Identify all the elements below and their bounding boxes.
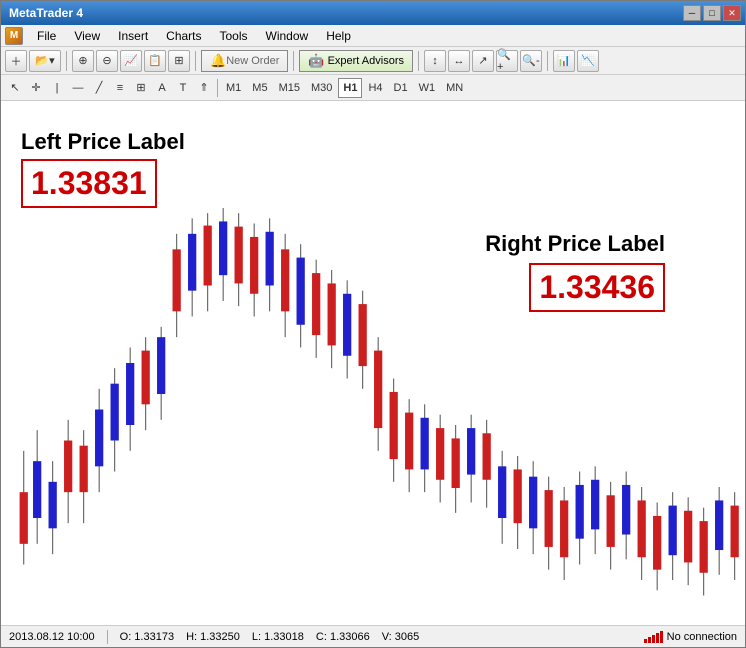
signal-bar-5	[660, 631, 663, 643]
datetime-item: 2013.08.12 10:00	[9, 631, 95, 643]
minimize-button[interactable]: ─	[683, 5, 701, 21]
tools-sep1	[217, 79, 218, 97]
tb-btn4[interactable]: 🔍+	[496, 50, 518, 72]
tb-btn2[interactable]: ↔	[448, 50, 470, 72]
low-value: L: 1.33018	[252, 631, 304, 643]
line-tool-d[interactable]: ╱	[89, 78, 109, 98]
tf-m30[interactable]: M30	[306, 78, 337, 98]
expert-label: Expert Advisors	[328, 55, 404, 67]
app-logo: M	[5, 27, 23, 45]
signal-bar-1	[644, 639, 647, 643]
toolbar-sep5	[547, 51, 548, 71]
title-bar: MetaTrader 4 ─ □ ✕	[1, 1, 745, 25]
menu-charts[interactable]: Charts	[158, 27, 209, 45]
tf-m1[interactable]: M1	[221, 78, 246, 98]
tf-m5[interactable]: M5	[247, 78, 272, 98]
toolbar-sep3	[293, 51, 294, 71]
maximize-button[interactable]: □	[703, 5, 721, 21]
channel-tool[interactable]: ≡	[110, 78, 130, 98]
templates-btn[interactable]: 📋	[144, 50, 166, 72]
tf-m15[interactable]: M15	[274, 78, 305, 98]
tb-btn5[interactable]: 🔍-	[520, 50, 542, 72]
close-item: C: 1.33066	[316, 631, 370, 643]
open-item: O: 1.33173	[120, 631, 174, 643]
tb-btn7[interactable]: 📉	[577, 50, 599, 72]
toolbar-sep4	[418, 51, 419, 71]
status-sep1	[107, 630, 108, 644]
new-chart-btn[interactable]: ＋	[5, 50, 27, 72]
tf-mn[interactable]: MN	[441, 78, 468, 98]
expert-advisors-button[interactable]: 🤖 Expert Advisors	[299, 50, 413, 72]
tb-btn6[interactable]: 📊	[553, 50, 575, 72]
indicators-btn[interactable]: 📈	[120, 50, 142, 72]
arrow-tool[interactable]: ⇑	[194, 78, 214, 98]
left-price-label: Left Price Label	[21, 129, 185, 155]
signal-bar-2	[648, 637, 651, 643]
text-tool-t[interactable]: T	[173, 78, 193, 98]
right-price-value: 1.33436	[529, 263, 665, 312]
signal-bar-3	[652, 635, 655, 643]
menu-window[interactable]: Window	[258, 27, 317, 45]
toolbar-sep2	[195, 51, 196, 71]
signal-icon	[644, 631, 663, 643]
drawing-toolbar: ↖ ✛ | — ╱ ≡ ⊞ A T ⇑ M1 M5 M15 M30 H1 H4 …	[1, 75, 745, 101]
zoom-out-btn[interactable]: ⊖	[96, 50, 118, 72]
menu-bar: M File View Insert Charts Tools Window H…	[1, 25, 745, 47]
new-order-label: New Order	[226, 55, 279, 67]
crosshair-tool[interactable]: ✛	[26, 78, 46, 98]
tb-btn1[interactable]: ↕	[424, 50, 446, 72]
left-price-value: 1.33831	[21, 159, 157, 208]
close-value: C: 1.33066	[316, 631, 370, 643]
tb-btn3[interactable]: ↗	[472, 50, 494, 72]
right-price-label: Right Price Label	[485, 231, 665, 257]
volume-item: V: 3065	[382, 631, 420, 643]
main-window: MetaTrader 4 ─ □ ✕ M File View Insert Ch…	[0, 0, 746, 648]
close-button[interactable]: ✕	[723, 5, 741, 21]
connection-label: No connection	[667, 631, 737, 643]
fib-tool[interactable]: ⊞	[131, 78, 151, 98]
volume-value: V: 3065	[382, 631, 420, 643]
connection-status: No connection	[644, 631, 737, 643]
line-tool-h[interactable]: —	[68, 78, 88, 98]
menu-tools[interactable]: Tools	[212, 27, 256, 45]
signal-bar-4	[656, 633, 659, 643]
menu-view[interactable]: View	[66, 27, 108, 45]
datetime-value: 2013.08.12 10:00	[9, 631, 95, 643]
window-title: MetaTrader 4	[9, 6, 83, 20]
tf-h1[interactable]: H1	[338, 78, 362, 98]
open-btn[interactable]: 📂▾	[29, 50, 61, 72]
chart-area[interactable]: Left Price Label 1.33831 Right Price Lab…	[1, 101, 745, 625]
window-controls: ─ □ ✕	[683, 5, 741, 21]
menu-help[interactable]: Help	[318, 27, 359, 45]
low-item: L: 1.33018	[252, 631, 304, 643]
high-item: H: 1.33250	[186, 631, 240, 643]
new-order-button[interactable]: 🔔 New Order	[201, 50, 288, 72]
menu-insert[interactable]: Insert	[110, 27, 156, 45]
tf-w1[interactable]: W1	[414, 78, 441, 98]
menu-file[interactable]: File	[29, 27, 64, 45]
status-bar: 2013.08.12 10:00 O: 1.33173 H: 1.33250 L…	[1, 625, 745, 647]
high-value: H: 1.33250	[186, 631, 240, 643]
zoom-in-btn[interactable]: ⊕	[72, 50, 94, 72]
line-tool-v[interactable]: |	[47, 78, 67, 98]
tf-d1[interactable]: D1	[389, 78, 413, 98]
period-sep-btn[interactable]: ⊞	[168, 50, 190, 72]
main-toolbar: ＋ 📂▾ ⊕ ⊖ 📈 📋 ⊞ 🔔 New Order 🤖 Expert Advi…	[1, 47, 745, 75]
toolbar-sep1	[66, 51, 67, 71]
tf-h4[interactable]: H4	[363, 78, 387, 98]
open-value: O: 1.33173	[120, 631, 174, 643]
cursor-tool[interactable]: ↖	[5, 78, 25, 98]
text-tool-a[interactable]: A	[152, 78, 172, 98]
